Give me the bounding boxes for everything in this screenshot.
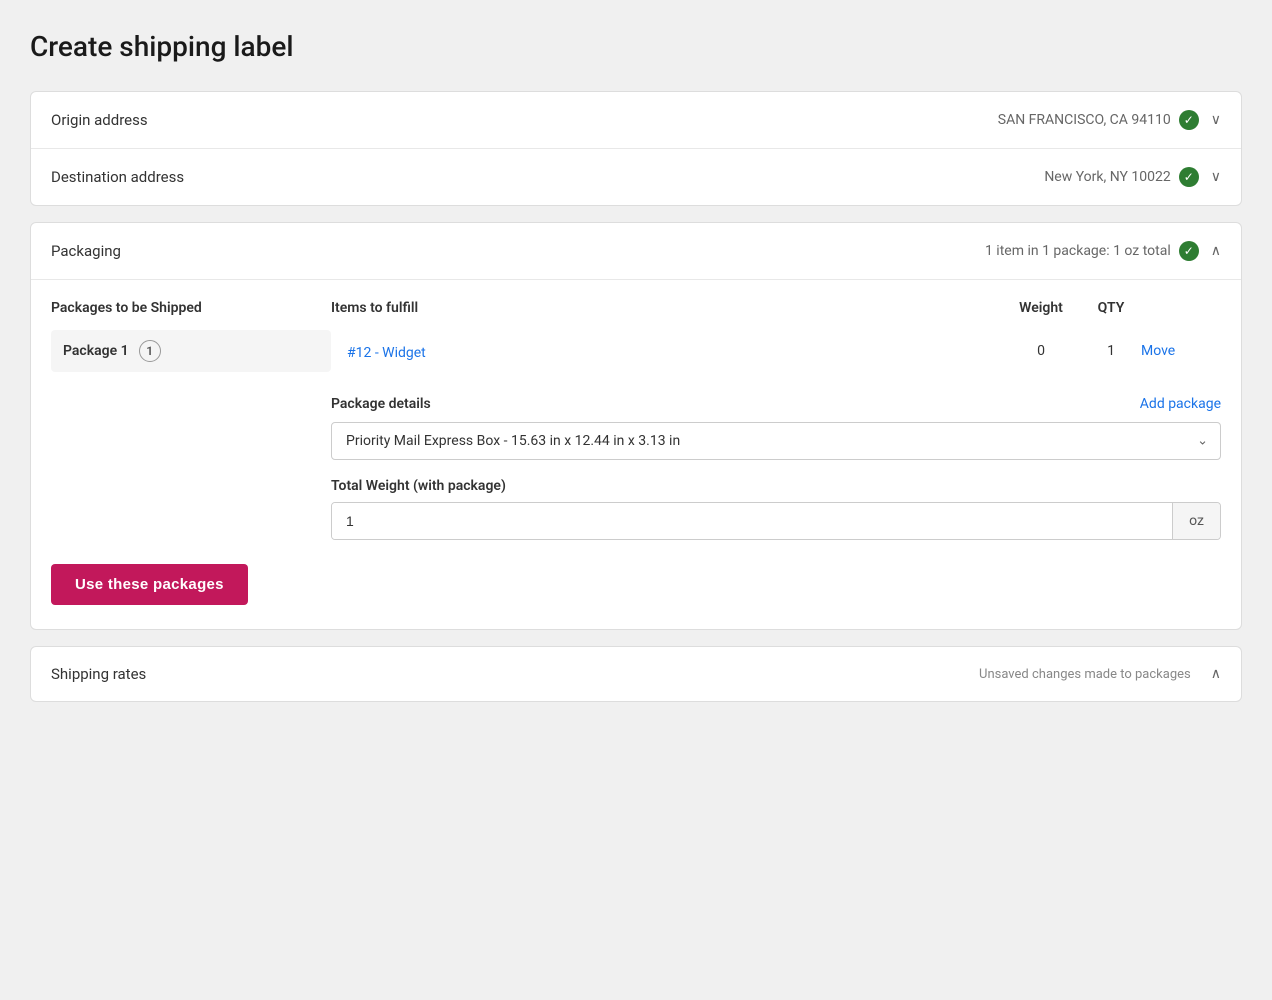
packaging-summary-right: 1 item in 1 package: 1 oz total ✓ ∧ [985, 241, 1221, 261]
shipping-rates-header: Shipping rates Unsaved changes made to p… [31, 647, 1241, 701]
origin-address-value: SAN FRANCISCO, CA 94110 [998, 112, 1171, 128]
destination-address-value: New York, NY 10022 [1044, 169, 1170, 185]
origin-chevron-down-icon[interactable]: ∨ [1211, 112, 1221, 128]
packaging-chevron-up-icon[interactable]: ∧ [1211, 243, 1221, 259]
item-link[interactable]: #12 - Widget [347, 345, 426, 361]
origin-address-label: Origin address [51, 111, 148, 129]
unsaved-changes-text: Unsaved changes made to packages [979, 667, 1191, 682]
package-details-header: Package details Add package [331, 396, 1221, 412]
package-details-section: Package details Add package Priority Mai… [331, 396, 1221, 460]
package-1-name: Package 1 [63, 343, 129, 359]
col-header-items: Items to fulfill [331, 300, 1001, 316]
packaging-verified-icon: ✓ [1179, 241, 1199, 261]
item-weight: 0 [1001, 343, 1081, 359]
col-header-weight: Weight [1001, 300, 1081, 316]
package-1-cell: Package 1 1 [51, 330, 331, 372]
shipping-rates-right: Unsaved changes made to packages ∧ [979, 666, 1221, 682]
col-header-action [1141, 300, 1221, 316]
destination-chevron-down-icon[interactable]: ∨ [1211, 169, 1221, 185]
destination-verified-icon: ✓ [1179, 167, 1199, 187]
weight-input-wrapper: oz [331, 502, 1221, 540]
total-weight-label: Total Weight (with package) [331, 478, 1221, 494]
package-type-value: Priority Mail Express Box - 15.63 in x 1… [346, 433, 680, 449]
packaging-card: Packaging 1 item in 1 package: 1 oz tota… [30, 222, 1242, 630]
packaging-body: Packages to be Shipped Items to fulfill … [31, 280, 1241, 629]
destination-address-label: Destination address [51, 168, 184, 186]
item-qty: 1 [1081, 343, 1141, 359]
package-1-badge: 1 [139, 340, 161, 362]
add-package-link[interactable]: Add package [1140, 396, 1221, 412]
package-details-label: Package details [331, 396, 431, 412]
shipping-rates-chevron-up-icon[interactable]: ∧ [1211, 666, 1221, 682]
weight-unit: oz [1172, 503, 1220, 539]
origin-address-row[interactable]: Origin address SAN FRANCISCO, CA 94110 ✓… [31, 92, 1241, 149]
package-type-select[interactable]: Priority Mail Express Box - 15.63 in x 1… [331, 422, 1221, 460]
shipping-rates-label: Shipping rates [51, 665, 146, 683]
use-packages-button[interactable]: Use these packages [51, 564, 248, 605]
shipping-rates-card: Shipping rates Unsaved changes made to p… [30, 646, 1242, 702]
destination-address-right: New York, NY 10022 ✓ ∨ [1044, 167, 1221, 187]
destination-address-row[interactable]: Destination address New York, NY 10022 ✓… [31, 149, 1241, 205]
total-weight-section: Total Weight (with package) oz [331, 478, 1221, 540]
packaging-summary: 1 item in 1 package: 1 oz total [985, 243, 1171, 259]
col-header-packages: Packages to be Shipped [51, 300, 331, 316]
package-row: Package 1 1 #12 - Widget 0 1 Move [51, 330, 1221, 372]
package-select-chevron-icon: ⌄ [1197, 434, 1208, 449]
page-title: Create shipping label [30, 30, 1242, 63]
move-link[interactable]: Move [1141, 343, 1221, 359]
origin-verified-icon: ✓ [1179, 110, 1199, 130]
address-card: Origin address SAN FRANCISCO, CA 94110 ✓… [30, 91, 1242, 206]
packages-table-header: Packages to be Shipped Items to fulfill … [51, 300, 1221, 326]
weight-input[interactable] [332, 503, 1172, 539]
packaging-header: Packaging 1 item in 1 package: 1 oz tota… [31, 223, 1241, 280]
col-header-qty: QTY [1081, 300, 1141, 316]
packaging-label: Packaging [51, 242, 121, 260]
origin-address-right: SAN FRANCISCO, CA 94110 ✓ ∨ [998, 110, 1221, 130]
